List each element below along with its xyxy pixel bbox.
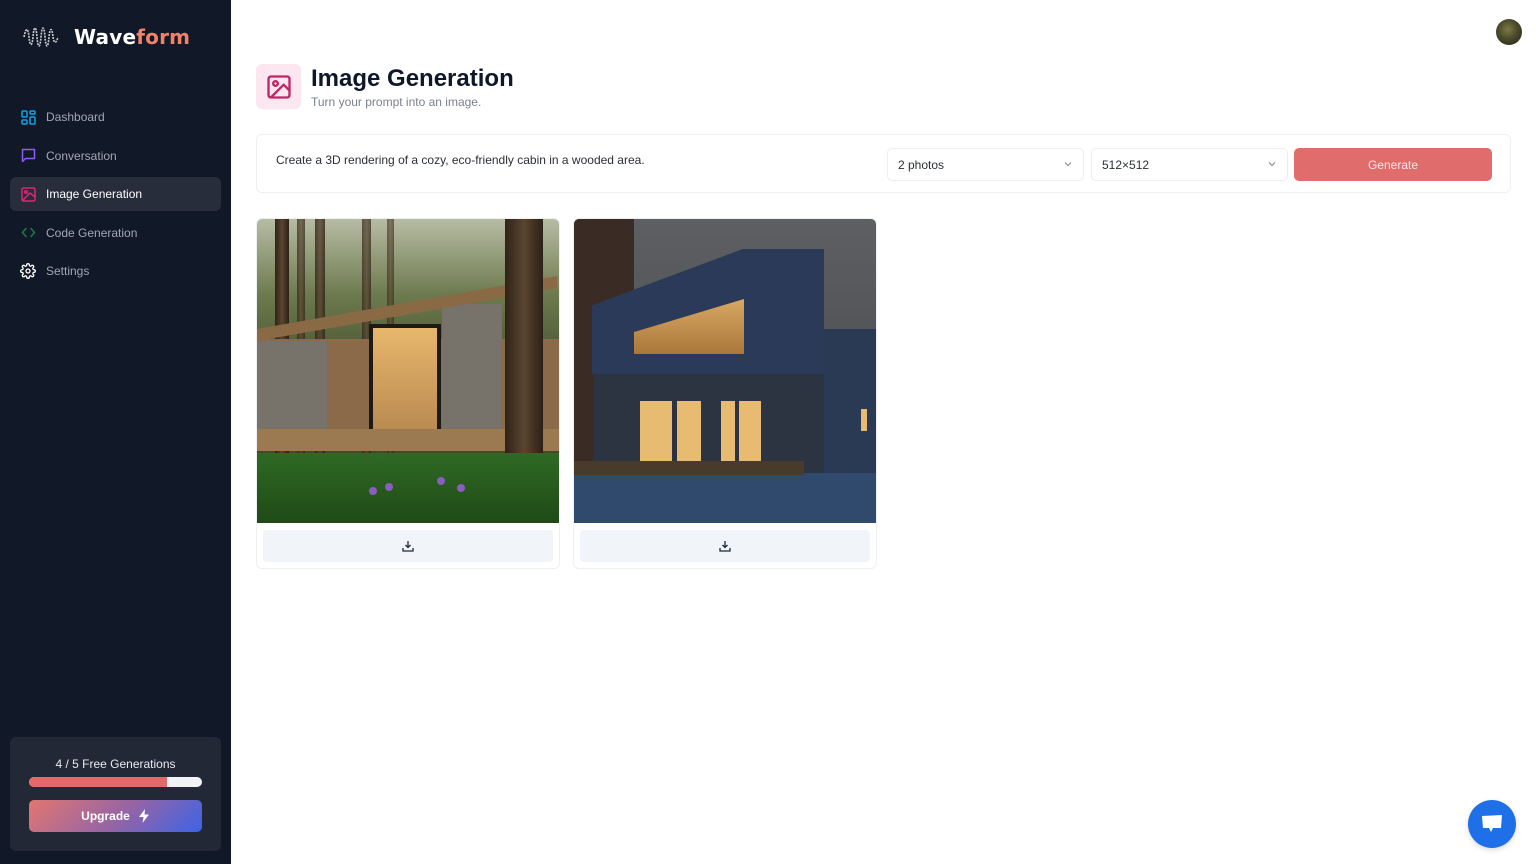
cabin-wall — [257, 341, 327, 431]
prompt-input[interactable] — [276, 153, 876, 167]
image-card — [573, 218, 877, 569]
generated-image[interactable] — [574, 219, 876, 523]
prompt-form: 2 photos 512×512 Generate — [256, 134, 1511, 193]
flower — [457, 484, 465, 492]
app-name-accent: form — [136, 25, 191, 49]
flower — [437, 477, 445, 485]
grass — [257, 453, 559, 523]
dashboard-grid-icon — [20, 109, 36, 125]
sidebar-item-settings[interactable]: Settings — [10, 254, 221, 288]
chat-support-button[interactable] — [1468, 800, 1516, 848]
sidebar: Waveform Dashboard Conversation Image Ge… — [0, 0, 231, 864]
flower — [369, 487, 377, 495]
settings-gear-icon — [20, 263, 36, 279]
download-button[interactable] — [263, 530, 553, 562]
sidebar-nav: Dashboard Conversation Image Generation … — [10, 100, 221, 293]
chevron-down-icon — [1064, 162, 1072, 167]
download-icon — [402, 541, 414, 552]
sidebar-item-label: Conversation — [46, 148, 117, 163]
sidebar-item-dashboard[interactable]: Dashboard — [10, 100, 221, 134]
progress-fill — [29, 777, 168, 787]
message-square-icon — [20, 148, 36, 164]
sidebar-item-label: Image Generation — [46, 187, 143, 201]
main-content: Image Generation Turn your prompt into a… — [231, 0, 1536, 864]
image-icon — [20, 186, 36, 202]
amount-select[interactable]: 2 photos — [887, 148, 1084, 181]
page-subtitle: Turn your prompt into an image. — [311, 95, 482, 109]
free-generations-progress — [29, 777, 202, 787]
chevron-down-icon — [1268, 162, 1276, 167]
download-icon — [719, 541, 731, 552]
lit-door — [721, 401, 735, 467]
generated-image[interactable] — [257, 219, 559, 523]
lit-door — [677, 401, 701, 463]
upgrade-button[interactable]: Upgrade — [29, 800, 202, 832]
waveform-logo-icon — [23, 27, 59, 47]
sidebar-item-label: Dashboard — [46, 110, 105, 124]
lit-window — [861, 409, 867, 431]
page-title: Image Generation — [311, 65, 514, 92]
sidebar-item-label: Code Generation — [46, 225, 138, 240]
sidebar-item-label: Settings — [46, 264, 90, 278]
house-deck — [574, 461, 804, 475]
cabin-wall — [442, 304, 502, 449]
image-icon — [256, 64, 301, 109]
user-avatar[interactable] — [1496, 19, 1522, 45]
image-gallery — [256, 218, 877, 569]
free-generations-label: 4 / 5 Free Generations — [55, 757, 176, 771]
amount-select-value: 2 photos — [898, 157, 945, 172]
logo[interactable]: Waveform — [22, 22, 190, 52]
sidebar-item-image-generation[interactable]: Image Generation — [10, 177, 221, 211]
image-card — [256, 218, 560, 569]
free-generations-card: 4 / 5 Free Generations Upgrade — [10, 737, 221, 851]
lit-door — [739, 401, 761, 467]
resolution-select-value: 512×512 — [1102, 157, 1150, 172]
code-icon — [20, 225, 36, 241]
download-button[interactable] — [580, 530, 870, 562]
cabin-window — [369, 324, 441, 434]
generate-button[interactable]: Generate — [1294, 148, 1492, 181]
page-header: Image Generation Turn your prompt into a… — [256, 64, 514, 109]
zap-icon — [138, 809, 149, 823]
app-name-primary: Wave — [74, 25, 137, 49]
lit-door — [640, 401, 672, 463]
chat-bubble-icon — [1482, 815, 1502, 832]
ground — [574, 473, 876, 523]
app-root: Waveform Dashboard Conversation Image Ge… — [0, 0, 1536, 864]
sidebar-item-conversation[interactable]: Conversation — [10, 139, 221, 173]
app-name: Waveform — [74, 25, 190, 49]
upgrade-label: Upgrade — [81, 809, 130, 823]
sidebar-item-code-generation[interactable]: Code Generation — [10, 216, 221, 250]
resolution-select[interactable]: 512×512 — [1091, 148, 1288, 181]
flower — [385, 483, 393, 491]
